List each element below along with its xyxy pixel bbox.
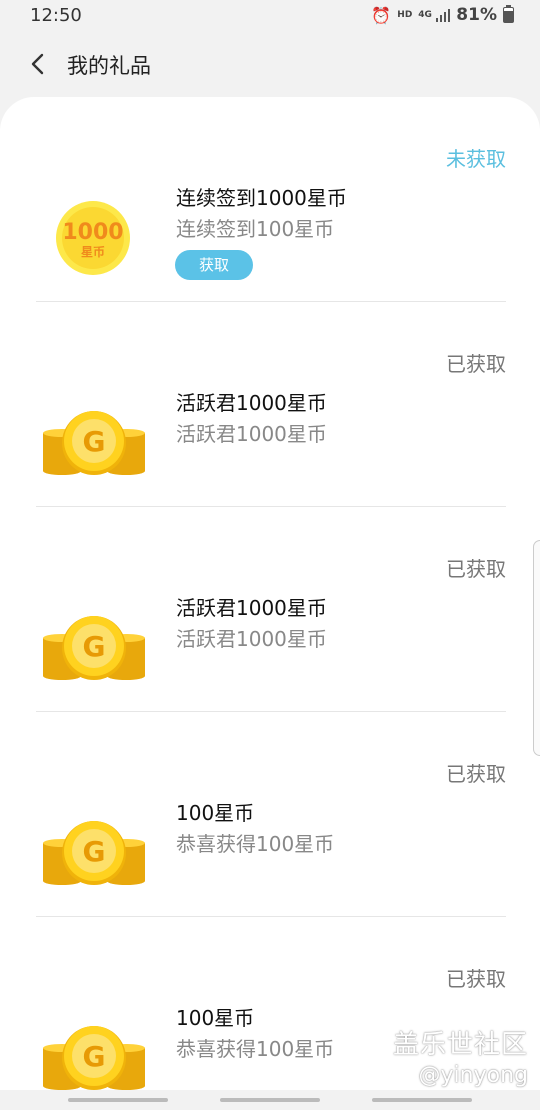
- signal-icon: [436, 8, 451, 22]
- status-bar: 12:50 ⏰ HD 4G 81%: [0, 0, 540, 32]
- star-coin-medal-icon: 1000 星币: [56, 201, 130, 275]
- gift-status: 未获取: [446, 147, 506, 171]
- battery-percent: 81%: [456, 5, 497, 25]
- gift-description: 连续签到100星币: [176, 217, 335, 241]
- claim-button[interactable]: 获取: [175, 250, 253, 280]
- medal-unit: 星币: [81, 245, 105, 259]
- gift-status: 已获取: [446, 557, 506, 581]
- page-title: 我的礼品: [67, 54, 151, 78]
- gift-list: 未获取 1000 星币 连续签到1000星币 连续签到100星币 获取 已获取 …: [0, 97, 540, 1110]
- network-indicator: 4G: [418, 9, 432, 20]
- gift-name: 活跃君1000星币: [176, 596, 327, 620]
- gift-name: 活跃君1000星币: [176, 391, 327, 415]
- gift-description: 活跃君1000星币: [176, 422, 327, 446]
- status-time: 12:50: [30, 5, 82, 26]
- gift-description: 活跃君1000星币: [176, 627, 327, 651]
- gift-description: 恭喜获得100星币: [176, 1037, 335, 1061]
- battery-icon: [503, 5, 514, 23]
- gift-item: 已获取 G 活跃君1000星币 活跃君1000星币: [0, 302, 540, 507]
- gift-description: 恭喜获得100星币: [176, 832, 335, 856]
- gesture-hint-left: [68, 1098, 168, 1102]
- app-header: 我的礼品: [0, 32, 540, 96]
- medal-amount: 1000: [62, 220, 123, 245]
- gift-item: 已获取 G 100星币 恭喜获得100星币: [0, 712, 540, 917]
- gold-coins-icon: G: [43, 1026, 145, 1090]
- watermark-title: 盖乐世社区: [392, 1030, 528, 1060]
- gold-coins-icon: G: [43, 616, 145, 680]
- gift-status: 已获取: [446, 762, 506, 786]
- gold-coins-icon: G: [43, 411, 145, 475]
- gift-name: 100星币: [176, 801, 255, 825]
- scroll-handle[interactable]: [533, 540, 540, 756]
- watermark-handle: @yinyong: [418, 1063, 528, 1088]
- alarm-icon: ⏰: [371, 5, 392, 25]
- gift-status: 已获取: [446, 967, 506, 991]
- gift-item: 未获取 1000 星币 连续签到1000星币 连续签到100星币 获取: [0, 97, 540, 302]
- coin-letter: G: [83, 630, 106, 663]
- gift-name: 100星币: [176, 1006, 255, 1030]
- gold-coins-icon: G: [43, 821, 145, 885]
- gesture-bar: [0, 1090, 540, 1110]
- gesture-hint-center: [220, 1098, 320, 1102]
- gift-name: 连续签到1000星币: [176, 186, 347, 210]
- gift-status: 已获取: [446, 352, 506, 376]
- coin-letter: G: [83, 425, 106, 458]
- back-button[interactable]: [26, 46, 52, 82]
- coin-letter: G: [83, 835, 106, 868]
- hd-indicator: HD: [397, 10, 413, 20]
- chevron-left-icon: [31, 53, 44, 75]
- status-icons: ⏰ HD 4G 81%: [371, 5, 514, 25]
- coin-letter: G: [83, 1040, 106, 1073]
- gesture-hint-right: [372, 1098, 472, 1102]
- gift-item: 已获取 G 活跃君1000星币 活跃君1000星币: [0, 507, 540, 712]
